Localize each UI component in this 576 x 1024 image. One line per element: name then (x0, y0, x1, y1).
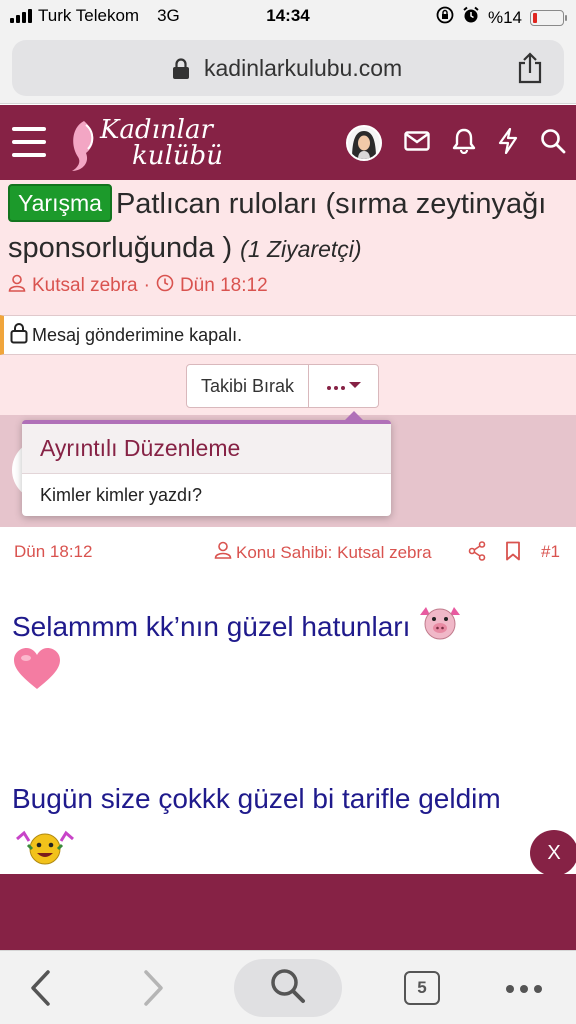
caret-down-icon (348, 377, 362, 395)
user-icon (214, 541, 232, 564)
ellipsis-icon (325, 377, 346, 395)
closed-notice-text: Mesaj gönderimine kapalı. (32, 324, 243, 345)
alarm-icon (462, 6, 480, 29)
forward-icon[interactable] (140, 969, 166, 1012)
thread-owner: Konu Sahibi: Kutsal zebra (214, 541, 432, 564)
thread-owner-text: Konu Sahibi: Kutsal zebra (236, 542, 432, 562)
bookmark-icon[interactable] (505, 541, 521, 566)
battery-icon (530, 9, 567, 26)
post-date[interactable]: Dün 18:12 (14, 542, 92, 562)
page: Turk Telekom 3G 14:34 %14 kadinlarkulubu… (0, 0, 576, 1024)
browser-bottom-toolbar: 5 (0, 950, 576, 1024)
more-options-button[interactable] (308, 365, 378, 407)
menu-header: Ayrıntılı Düzenleme (22, 424, 391, 474)
lock-icon (172, 58, 190, 85)
thread-author[interactable]: Kutsal zebra (32, 275, 138, 297)
lightning-icon[interactable] (498, 127, 518, 159)
tabs-button[interactable]: 5 (404, 971, 440, 1005)
more-icon[interactable] (506, 985, 542, 993)
header-icons (346, 125, 566, 161)
mail-icon[interactable] (404, 130, 430, 156)
meta-separator: · (143, 275, 150, 296)
back-icon[interactable] (28, 969, 54, 1012)
close-ad-button[interactable]: X (530, 830, 576, 876)
address-bar[interactable]: kadinlarkulubu.com (12, 40, 564, 96)
post-greeting: Selammm kk’nın güzel hatunları (12, 610, 411, 642)
lock-icon (10, 322, 28, 349)
post-number[interactable]: #1 (541, 542, 560, 562)
logo-text-bottom: kulübü (132, 141, 223, 171)
post-meta: Dün 18:12 Konu Sahibi: Kutsal zebra #1 (0, 527, 576, 575)
orientation-lock-icon (436, 6, 454, 29)
action-button-group: Takibi Bırak (186, 364, 380, 408)
thread-prefix-badge[interactable]: Yarışma (8, 184, 112, 222)
unfollow-button[interactable]: Takibi Bırak (187, 365, 308, 407)
cheering-smiley-icon (14, 825, 76, 874)
clock-icon (156, 274, 174, 298)
user-icon (8, 274, 26, 298)
visitor-count: (1 Ziyaretçi) (240, 236, 362, 262)
logo-ribbon-icon (64, 117, 104, 178)
thread-title-block: Yarışma Patlıcan ruloları (sırma zeytinya… (0, 180, 576, 315)
closed-notice: Mesaj gönderimine kapalı. (0, 315, 576, 355)
status-right: %14 (436, 6, 567, 29)
thread-actions: Takibi Bırak (0, 355, 576, 415)
thread-date[interactable]: Dün 18:12 (180, 275, 268, 297)
post-text-line-2: Bugün size çokkk güzel bi tarifle geldim (12, 783, 501, 814)
share-icon[interactable] (468, 541, 486, 566)
search-icon[interactable] (540, 128, 566, 159)
search-icon (269, 967, 307, 1010)
site-header: Kadınlar kulübü (0, 105, 576, 180)
more-options-menu: Ayrıntılı Düzenleme Kimler kimler yazdı? (22, 411, 391, 516)
menu-item-who-posted[interactable]: Kimler kimler yazdı? (22, 474, 391, 516)
site-logo[interactable]: Kadınlar kulübü (64, 113, 224, 173)
menu-icon[interactable] (12, 127, 46, 157)
bell-icon[interactable] (452, 128, 476, 159)
post-text-line-1: Selammm kk’nın güzel hatunları (12, 603, 464, 650)
heart-emoji-icon (12, 647, 62, 698)
status-bar: Turk Telekom 3G 14:34 %14 (0, 0, 576, 34)
share-icon[interactable] (516, 52, 544, 89)
menu-caret (344, 411, 364, 421)
ad-banner (0, 874, 576, 950)
user-avatar[interactable] (346, 125, 382, 161)
pig-emoji-icon (416, 603, 464, 650)
thread-meta: Kutsal zebra · Dün 18:12 (8, 274, 268, 298)
post-body: Selammm kk’nın güzel hatunları Bugün siz… (0, 575, 576, 874)
url-text: kadinlarkulubu.com (204, 55, 403, 81)
battery-percent: %14 (487, 7, 522, 27)
search-button[interactable] (234, 959, 342, 1017)
browser-toolbar: kadinlarkulubu.com (0, 34, 576, 104)
thread-title: Yarışma Patlıcan ruloları (sırma zeytinya… (8, 182, 568, 271)
